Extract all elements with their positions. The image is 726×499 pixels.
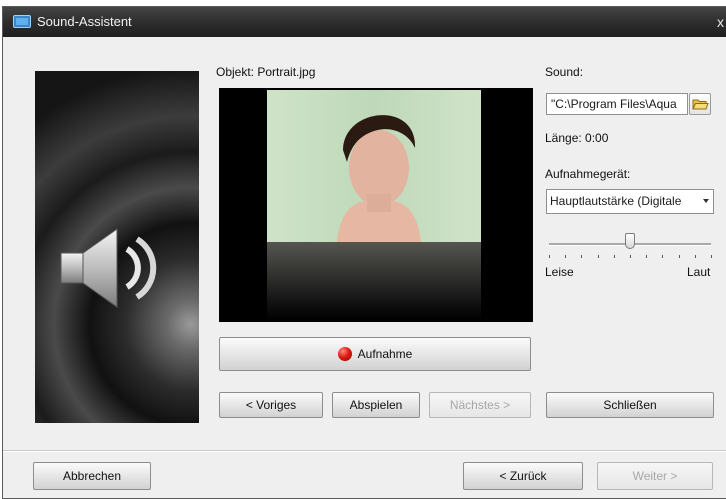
volume-tick — [646, 255, 648, 258]
image-preview — [219, 88, 533, 322]
volume-tick — [694, 255, 696, 258]
browse-folder-button[interactable] — [689, 93, 711, 115]
sound-wizard-window: Sound-Assistent x Objekt: Portrait.jpg A… — [2, 6, 726, 499]
length-readout: Länge: 0:00 — [545, 131, 609, 145]
device-label: Aufnahmegerät: — [545, 167, 631, 181]
cancel-label: Abbrechen — [62, 469, 122, 483]
volume-tick — [565, 255, 567, 258]
back-label: < Zurück — [499, 469, 547, 483]
footer-divider — [3, 450, 726, 452]
speaker-icon — [60, 228, 157, 308]
window-title: Sound-Assistent — [37, 14, 132, 29]
sound-label: Sound: — [545, 65, 584, 79]
close-button[interactable]: Schließen — [546, 392, 714, 418]
volume-slider-thumb[interactable] — [625, 233, 635, 249]
close-label: Schließen — [603, 398, 657, 412]
play-button[interactable]: Abspielen — [332, 392, 420, 418]
volume-tick — [597, 255, 599, 258]
portrait-photo — [267, 90, 481, 242]
next-label: Nächstes > — [449, 398, 511, 412]
sound-wizard-icon — [13, 15, 31, 28]
device-selected-value: Hauptlautstärke (Digitale — [550, 194, 682, 208]
folder-open-icon — [692, 99, 709, 110]
previous-button[interactable]: < Voriges — [219, 392, 323, 418]
title-bar[interactable]: Sound-Assistent x — [3, 7, 726, 37]
sound-path-field[interactable]: "C:\Program Files\Aqua — [546, 93, 688, 115]
next-button[interactable]: Nächstes > — [429, 392, 531, 418]
chevron-down-icon — [703, 199, 709, 203]
object-label: Objekt: Portrait.jpg — [216, 65, 316, 79]
volume-tick — [630, 255, 631, 258]
record-button[interactable]: Aufnahme — [219, 337, 531, 371]
forward-button[interactable]: Weiter > — [597, 462, 713, 490]
photo-reflection — [267, 242, 481, 320]
record-label: Aufnahme — [357, 347, 413, 361]
volume-tick — [678, 255, 680, 258]
play-label: Abspielen — [349, 398, 403, 412]
volume-min-label: Leise — [545, 265, 574, 279]
wizard-side-image — [35, 71, 199, 423]
forward-label: Weiter > — [632, 469, 678, 483]
close-icon[interactable]: x — [717, 14, 724, 30]
volume-max-label: Laut — [687, 265, 711, 279]
device-select[interactable]: Hauptlautstärke (Digitale — [546, 189, 714, 214]
volume-tick — [662, 255, 664, 258]
previous-label: < Voriges — [245, 398, 297, 412]
volume-tick — [711, 255, 712, 258]
cancel-button[interactable]: Abbrechen — [33, 462, 151, 490]
volume-tick — [581, 255, 583, 258]
back-button[interactable]: < Zurück — [463, 462, 583, 490]
record-dot-icon — [337, 347, 352, 361]
volume-tick — [549, 255, 550, 258]
volume-tick — [613, 255, 615, 258]
